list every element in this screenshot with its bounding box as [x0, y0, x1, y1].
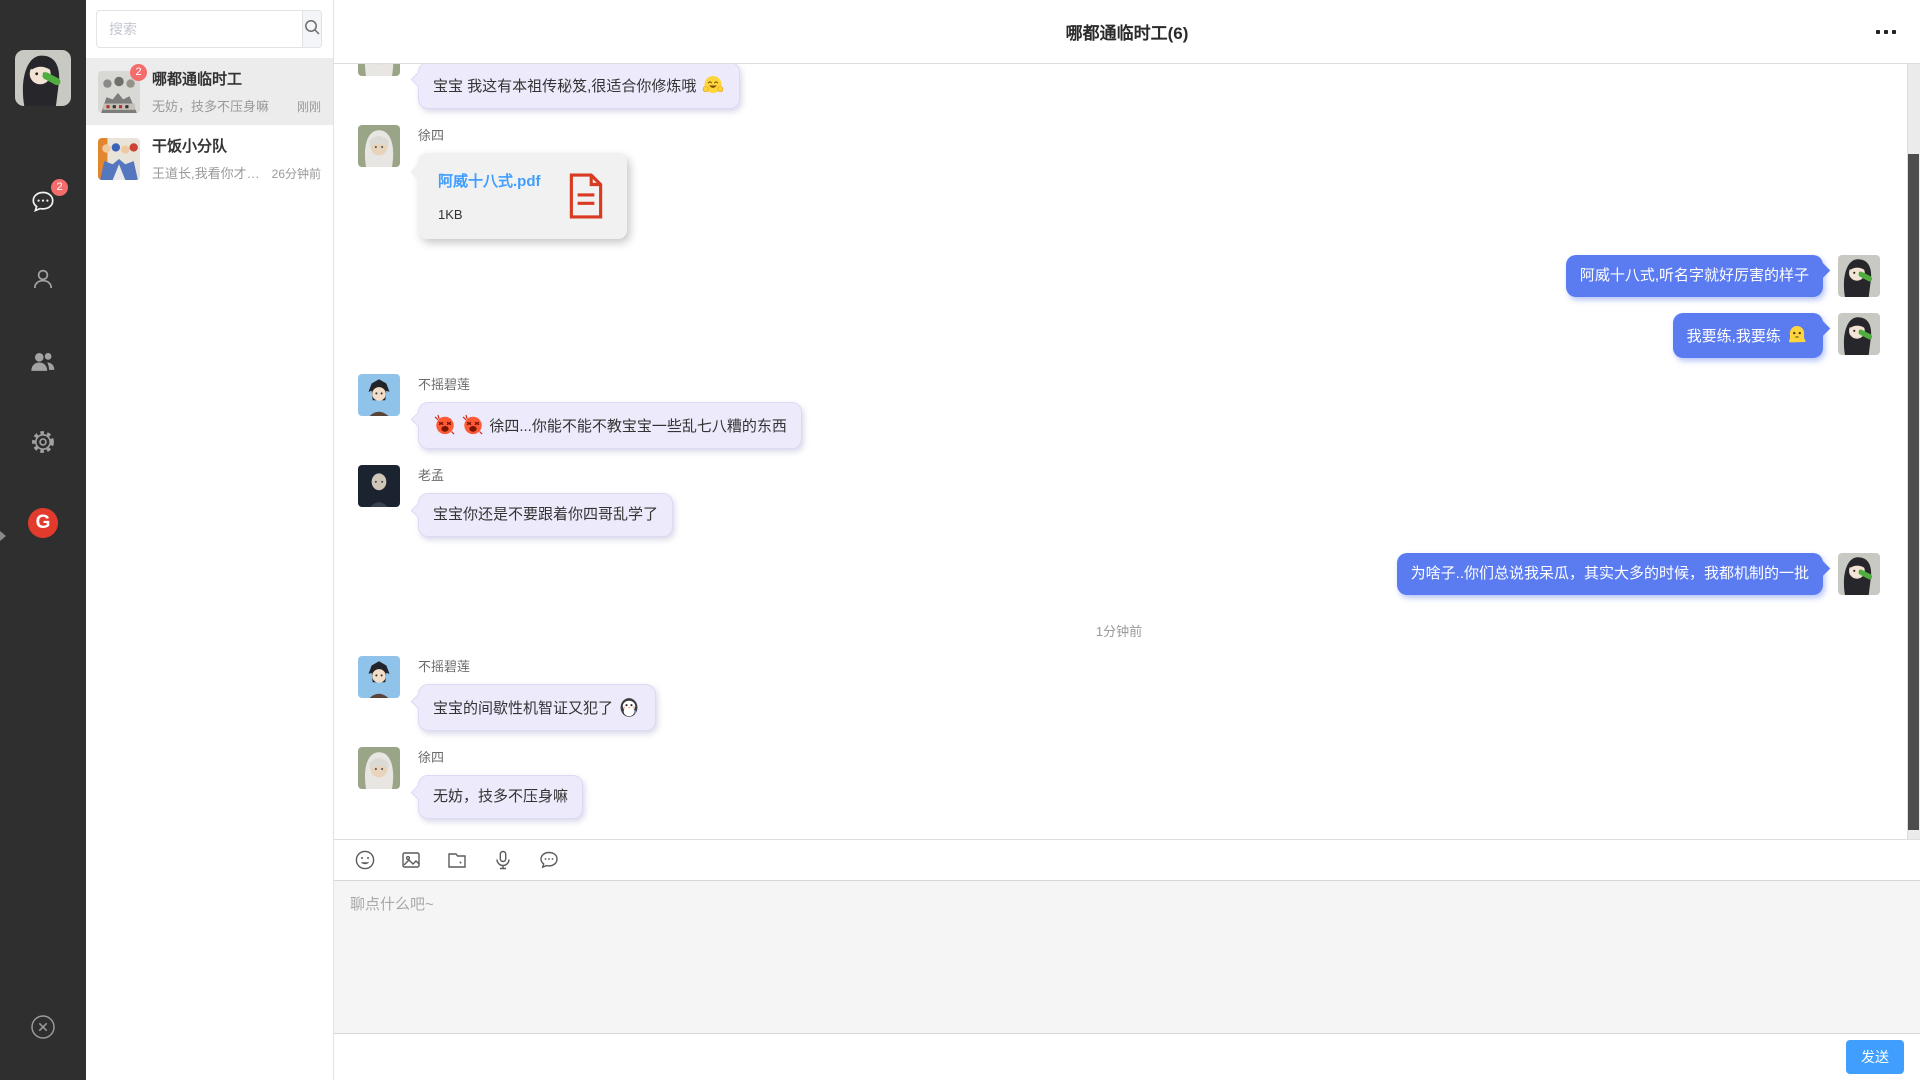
- emoji-icon: [434, 414, 456, 436]
- file-attachment[interactable]: 阿威十八式.pdf 1KB: [418, 153, 627, 239]
- nav-settings-button[interactable]: [26, 428, 60, 458]
- message-list: 宝宝 我这有本祖传秘笈,很适合你修炼哦 徐四阿威十八式.pdf1KB阿威十八式,…: [334, 64, 1920, 839]
- message-row: 阿威十八式,听名字就好厉害的样子: [358, 255, 1880, 297]
- logout-button[interactable]: [26, 1012, 60, 1042]
- conversation-title: 哪都通临时工(6): [1066, 19, 1189, 44]
- message-row: 不摇碧莲宝宝的间歇性机智证又犯了: [358, 656, 1880, 731]
- conversation-panel: 哪都通临时工(6) 宝宝 我这有本祖传秘笈,很适合你修炼哦 徐四阿威十八式.pd…: [334, 0, 1920, 1080]
- message-bubble: 徐四...你能不能不教宝宝一些乱七八糟的东西: [418, 402, 802, 449]
- image-upload-icon[interactable]: [400, 849, 422, 871]
- composer-footer: 发送: [334, 1034, 1920, 1080]
- message-avatar[interactable]: [358, 374, 400, 416]
- nav-rail: 2 G: [0, 0, 86, 1080]
- message-author: 不摇碧莲: [418, 374, 470, 393]
- message-input[interactable]: [334, 881, 1920, 1033]
- message-avatar[interactable]: [358, 125, 400, 167]
- app-logo[interactable]: G: [28, 508, 58, 538]
- message-bubble: 宝宝你还是不要跟着你四哥乱学了: [418, 493, 673, 537]
- chat-preview: 王道长,我看你才…: [152, 163, 266, 182]
- group-people-icon: [26, 348, 60, 376]
- file-folder-icon[interactable]: [446, 849, 468, 871]
- message-bubble: 我要练,我要练: [1673, 313, 1823, 358]
- message-row: 宝宝 我这有本祖传秘笈,很适合你修炼哦: [358, 64, 1880, 109]
- panel-expand-arrow[interactable]: [0, 531, 6, 541]
- composer: 发送: [334, 839, 1920, 1080]
- message-row: 徐四无妨，技多不压身嘛: [358, 747, 1880, 819]
- message-author: 徐四: [418, 125, 444, 144]
- message-author: 老孟: [418, 465, 444, 484]
- unread-badge: 2: [130, 64, 147, 81]
- chat-history-icon[interactable]: [538, 849, 560, 871]
- search-input[interactable]: [96, 10, 302, 48]
- message-author: 不摇碧莲: [418, 656, 470, 675]
- message-bubble: 宝宝的间歇性机智证又犯了: [418, 684, 656, 731]
- emoji-icon: [462, 414, 484, 436]
- message-bubble: 为啥子..你们总说我呆瓜，其实大多的时候，我都机制的一批: [1397, 553, 1823, 595]
- chat-preview: 无妨，技多不压身嘛: [152, 96, 291, 115]
- message-avatar[interactable]: [358, 747, 400, 789]
- chat-name: 干饭小分队: [152, 135, 321, 156]
- chat-name: 哪都通临时工: [152, 68, 321, 89]
- chat-list: 2 哪都通临时工无妨，技多不压身嘛刚刚干饭小分队王道长,我看你才… 26分钟前: [86, 58, 333, 192]
- microphone-icon[interactable]: [492, 849, 514, 871]
- pdf-file-icon: [567, 173, 605, 219]
- more-options-icon[interactable]: [1874, 24, 1898, 40]
- message-avatar[interactable]: [1838, 553, 1880, 595]
- message-bubble: 无妨，技多不压身嘛: [418, 775, 583, 819]
- emoji-picker-icon[interactable]: [354, 849, 376, 871]
- chat-avatar: [98, 138, 140, 180]
- message-bubble: 阿威十八式,听名字就好厉害的样子: [1566, 255, 1823, 297]
- file-size: 1KB: [438, 207, 541, 222]
- message-row: 我要练,我要练: [358, 313, 1880, 358]
- emoji-icon: [702, 74, 724, 96]
- emoji-icon: [618, 696, 640, 718]
- scrollbar-thumb[interactable]: [1908, 154, 1919, 830]
- unread-badge: 2: [51, 179, 68, 196]
- file-name[interactable]: 阿威十八式.pdf: [438, 170, 541, 191]
- message-avatar[interactable]: [1838, 313, 1880, 355]
- message-avatar[interactable]: [358, 64, 400, 76]
- message-bubble: 宝宝 我这有本祖传秘笈,很适合你修炼哦: [418, 64, 740, 109]
- search-bar: [86, 0, 333, 58]
- message-author: 徐四: [418, 747, 444, 766]
- message-avatar[interactable]: [1838, 255, 1880, 297]
- message-avatar[interactable]: [358, 465, 400, 507]
- chat-time: 刚刚: [297, 98, 321, 115]
- nav-contacts-button[interactable]: [26, 265, 60, 295]
- nav-chats-button[interactable]: 2: [26, 188, 60, 218]
- search-icon: [303, 18, 321, 41]
- message-row: 为啥子..你们总说我呆瓜，其实大多的时候，我都机制的一批: [358, 553, 1880, 595]
- emoji-icon: [1786, 324, 1808, 346]
- gear-icon: [26, 428, 60, 456]
- chat-list-panel: 2 哪都通临时工无妨，技多不压身嘛刚刚干饭小分队王道长,我看你才… 26分钟前: [86, 0, 334, 1080]
- message-row: 徐四阿威十八式.pdf 1KB: [358, 125, 1880, 239]
- chat-list-item[interactable]: 干饭小分队王道长,我看你才… 26分钟前: [86, 125, 333, 192]
- message-row: 不摇碧莲 徐四...你能不能不教宝宝一些乱七八糟的东西: [358, 374, 1880, 449]
- time-divider: 1分钟前: [358, 621, 1880, 640]
- my-profile-avatar[interactable]: [15, 50, 71, 106]
- chat-time: 26分钟前: [272, 165, 321, 182]
- composer-toolbar: [334, 840, 1920, 880]
- conversation-header: 哪都通临时工(6): [334, 0, 1920, 64]
- chat-avatar: 2: [98, 71, 140, 113]
- chat-list-item[interactable]: 2 哪都通临时工无妨，技多不压身嘛刚刚: [86, 58, 333, 125]
- message-row: 老孟宝宝你还是不要跟着你四哥乱学了: [358, 465, 1880, 537]
- message-input-area: [334, 880, 1920, 1034]
- message-avatar[interactable]: [358, 656, 400, 698]
- nav-groups-button[interactable]: [26, 348, 60, 378]
- send-button[interactable]: 发送: [1846, 1040, 1904, 1074]
- close-circle-icon: [26, 1012, 60, 1042]
- search-button[interactable]: [302, 10, 322, 48]
- app-window: 2 G 2哪都通临时工无妨，技多不压身嘛刚刚干饭小分队王道长,我看你才…26分钟…: [0, 0, 1920, 1080]
- person-icon: [26, 265, 60, 293]
- scrollbar-track: [1907, 64, 1920, 839]
